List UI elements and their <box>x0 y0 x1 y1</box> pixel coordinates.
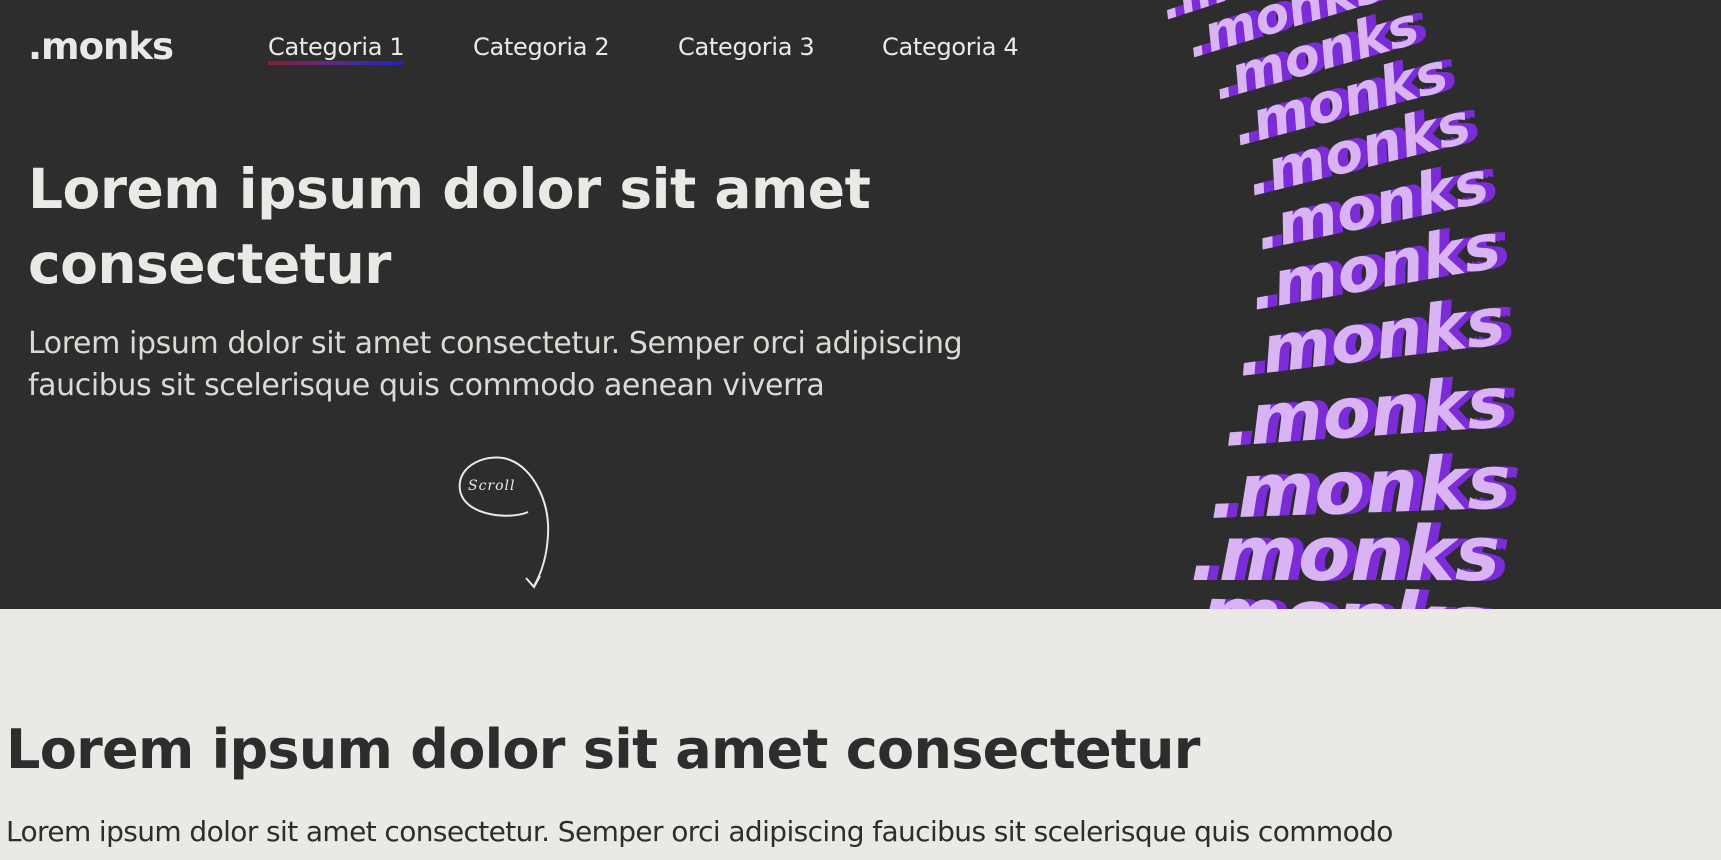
section-title: Lorem ipsum dolor sit amet consectetur <box>6 718 1200 781</box>
nav-item-categoria-2[interactable]: Categoria 2 <box>473 30 610 64</box>
monks-logo[interactable]: .monks <box>28 22 174 72</box>
nav-item-categoria-3[interactable]: Categoria 3 <box>678 30 815 64</box>
scroll-label: Scroll <box>468 478 516 494</box>
hero-subtitle: Lorem ipsum dolor sit amet consectetur. … <box>28 326 963 403</box>
nav-item-categoria-4[interactable]: Categoria 4 <box>882 30 1019 64</box>
monks-wave-graphic: .monks.monks.monks.monks.monks.monks.mon… <box>1152 0 1522 609</box>
monks-wave-artwork: .monks .monks .monks .monks .monks .monks .mon… <box>1130 0 1721 609</box>
scroll-indicator[interactable]: Scroll <box>450 450 560 590</box>
scroll-arrow-icon <box>458 456 550 589</box>
nav-item-categoria-1[interactable]: Categoria 1 <box>268 30 405 65</box>
section-text: Lorem ipsum dolor sit amet consectetur. … <box>6 815 1393 848</box>
hero-section: .monks Categoria 1 Categoria 2 Categoria… <box>0 0 1721 609</box>
hero-title: Lorem ipsum dolor sit amet consectetur <box>28 157 871 296</box>
